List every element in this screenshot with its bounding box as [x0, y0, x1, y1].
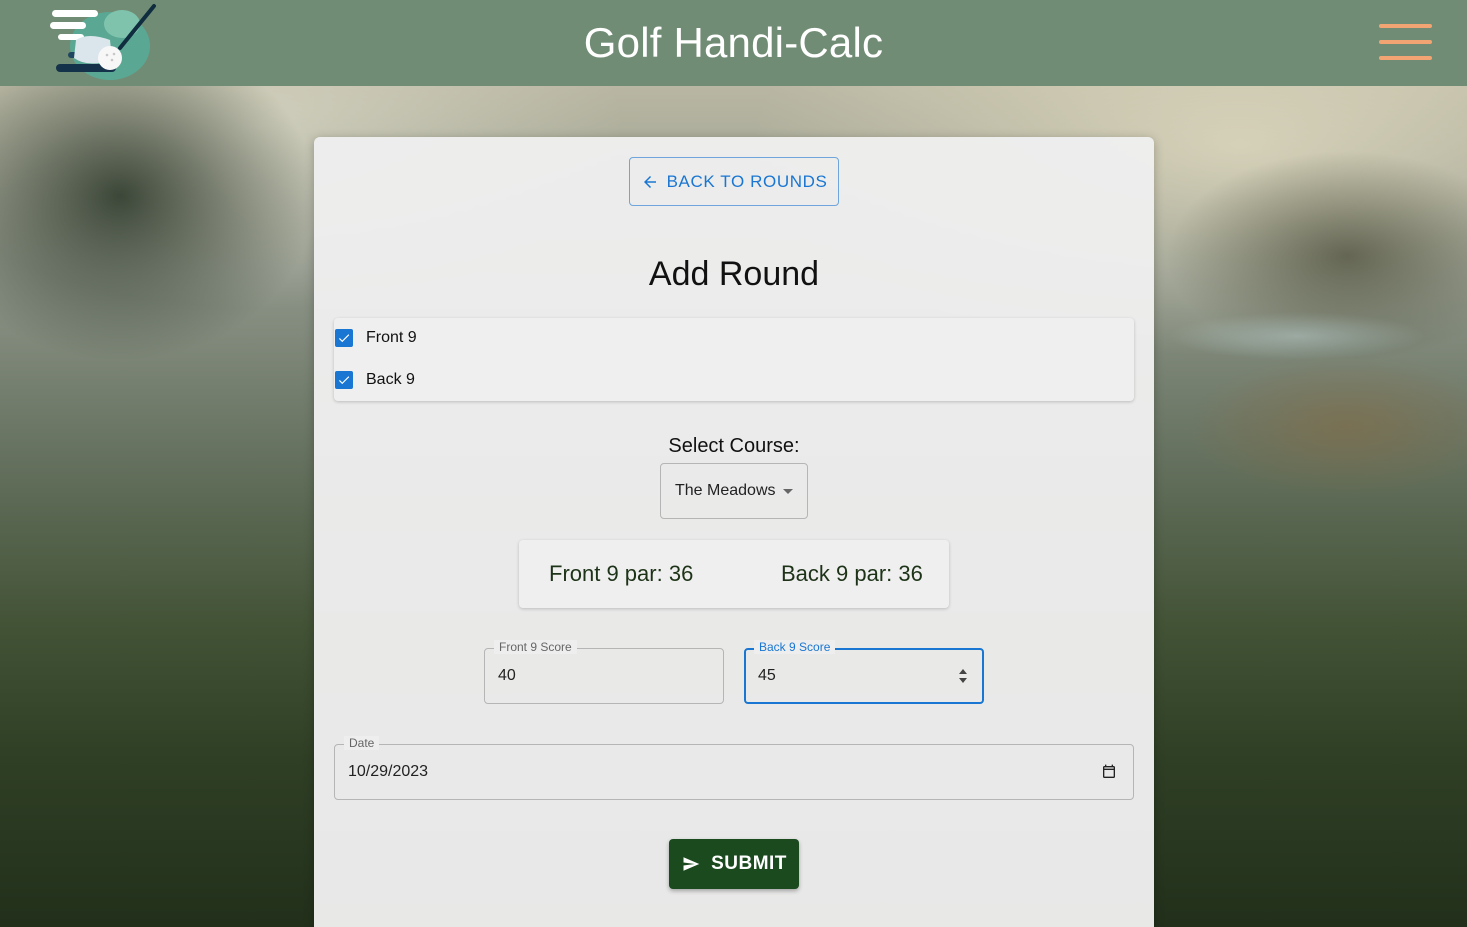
calendar-icon[interactable]: [1101, 764, 1117, 780]
nine-selection-panel: Front 9 Back 9: [334, 318, 1134, 401]
date-field[interactable]: Date 10/29/2023: [334, 736, 1134, 800]
date-label: Date: [344, 736, 380, 750]
page-title: Add Round: [648, 255, 820, 293]
checkbox-checked-icon[interactable]: [335, 329, 353, 347]
back-to-rounds-label: BACK TO ROUNDS: [666, 171, 828, 191]
spinner-down-icon[interactable]: [959, 678, 967, 683]
menu-bar-icon: [1379, 24, 1432, 28]
app-title: Golf Handi-Calc: [583, 19, 884, 66]
add-round-card: BACK TO ROUNDS Add Round Front 9 Back 9 …: [314, 137, 1154, 927]
selected-course-value: The Meadows: [675, 482, 776, 499]
par-info-panel: Front 9 par: 36 Back 9 par: 36: [519, 540, 949, 608]
menu-bar-icon: [1379, 56, 1432, 60]
back-9-checkbox[interactable]: Back 9: [334, 365, 415, 395]
front-9-label: Front 9: [366, 329, 417, 346]
front-9-score-field[interactable]: Front 9 Score 40: [484, 640, 724, 704]
back-to-rounds-button[interactable]: BACK TO ROUNDS: [629, 157, 839, 206]
front-9-score-input[interactable]: 40: [498, 667, 516, 685]
golf-logo-icon[interactable]: [48, 2, 158, 82]
back-9-score-label: Back 9 Score: [754, 640, 836, 654]
chevron-down-icon: [783, 489, 793, 494]
arrow-left-icon: [643, 175, 656, 188]
back-9-score-field[interactable]: Back 9 Score 45: [744, 640, 984, 704]
checkbox-checked-icon[interactable]: [335, 371, 353, 389]
menu-bar-icon: [1379, 40, 1432, 44]
hamburger-menu-button[interactable]: [1379, 24, 1434, 62]
front-9-checkbox[interactable]: Front 9: [334, 323, 417, 353]
date-input[interactable]: 10/29/2023: [348, 763, 428, 781]
front-9-score-label: Front 9 Score: [494, 640, 577, 654]
submit-label: SUBMIT: [711, 853, 787, 874]
app-header: Golf Handi-Calc: [0, 0, 1467, 86]
front-9-par: Front 9 par: 36: [549, 561, 694, 586]
number-spinner-icon[interactable]: [958, 667, 968, 687]
course-select-dropdown[interactable]: The Meadows: [660, 463, 808, 519]
back-9-label: Back 9: [366, 371, 415, 388]
select-course-label: Select Course:: [668, 435, 800, 457]
spinner-up-icon[interactable]: [959, 669, 967, 674]
submit-button[interactable]: SUBMIT: [669, 839, 799, 889]
send-icon: [683, 857, 700, 871]
background-tall-grass: [1147, 356, 1467, 516]
back-9-score-input[interactable]: 45: [758, 667, 776, 685]
background-trees-left: [0, 86, 320, 446]
back-9-par: Back 9 par: 36: [781, 561, 923, 586]
